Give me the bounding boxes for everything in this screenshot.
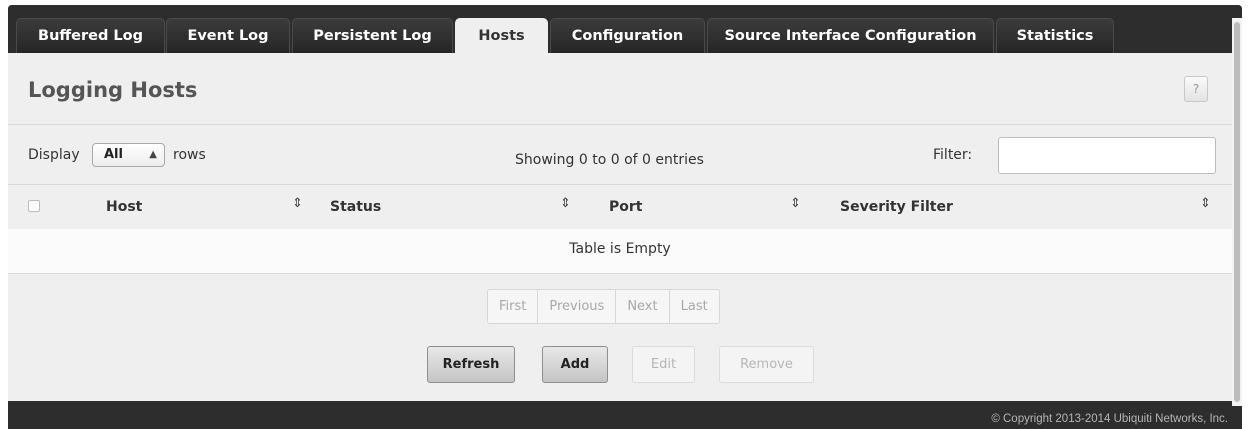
rows-select-value: All [104, 147, 123, 162]
tab-buffered-log[interactable]: Buffered Log [16, 18, 165, 53]
pagination: First Previous Next Last [487, 289, 720, 324]
table-header: Host ⇕ Status ⇕ Port ⇕ Severity Filter ⇕ [8, 185, 1232, 229]
sort-updown-icon[interactable]: ⇕ [560, 196, 571, 212]
column-header-severity-filter[interactable]: Severity Filter [840, 199, 953, 215]
add-button[interactable]: Add [542, 346, 608, 383]
page-first-button[interactable]: First [488, 290, 539, 323]
tab-statistics[interactable]: Statistics [996, 18, 1114, 53]
tab-configuration[interactable]: Configuration [550, 18, 705, 53]
column-header-port[interactable]: Port [609, 199, 642, 215]
divider [8, 124, 1232, 125]
sort-updown-icon[interactable]: ⇕ [790, 196, 801, 212]
tab-hosts[interactable]: Hosts [455, 18, 548, 53]
sort-updown-icon[interactable]: ⇕ [292, 196, 303, 212]
table-empty-row: Table is Empty [8, 229, 1232, 273]
filter-input[interactable] [998, 137, 1216, 174]
content-panel: Logging Hosts ? Display All ▲ rows Showi… [8, 53, 1232, 401]
tab-source-interface-configuration[interactable]: Source Interface Configuration [707, 18, 994, 53]
tab-persistent-log[interactable]: Persistent Log [292, 18, 453, 53]
column-header-host[interactable]: Host [106, 199, 142, 215]
rows-per-page-select[interactable]: All ▲ [92, 143, 165, 167]
select-updown-icon: ▲ [149, 149, 157, 160]
filter-label: Filter: [933, 147, 973, 163]
sort-updown-icon[interactable]: ⇕ [1200, 196, 1211, 212]
refresh-button[interactable]: Refresh [427, 346, 515, 383]
scrollbar-thumb[interactable] [1234, 22, 1240, 402]
app-window: Buffered Log Event Log Persistent Log Ho… [8, 5, 1242, 429]
help-button[interactable]: ? [1184, 76, 1208, 102]
page-next-button[interactable]: Next [616, 290, 670, 323]
column-header-status[interactable]: Status [330, 199, 381, 215]
remove-button[interactable]: Remove [719, 346, 814, 383]
page-title: Logging Hosts [28, 78, 198, 102]
copyright-text: © Copyright 2013-2014 Ubiquiti Networks,… [991, 413, 1228, 425]
tab-event-log[interactable]: Event Log [166, 18, 290, 53]
page-previous-button[interactable]: Previous [538, 290, 617, 323]
page-last-button[interactable]: Last [670, 290, 719, 323]
rows-label: rows [173, 147, 206, 163]
edit-button[interactable]: Edit [632, 346, 695, 383]
showing-entries-text: Showing 0 to 0 of 0 entries [515, 152, 704, 168]
divider [8, 273, 1232, 274]
display-label: Display [28, 147, 80, 163]
vertical-scrollbar[interactable] [1232, 18, 1242, 406]
tab-bar: Buffered Log Event Log Persistent Log Ho… [8, 5, 1242, 53]
select-all-checkbox[interactable] [28, 200, 40, 212]
